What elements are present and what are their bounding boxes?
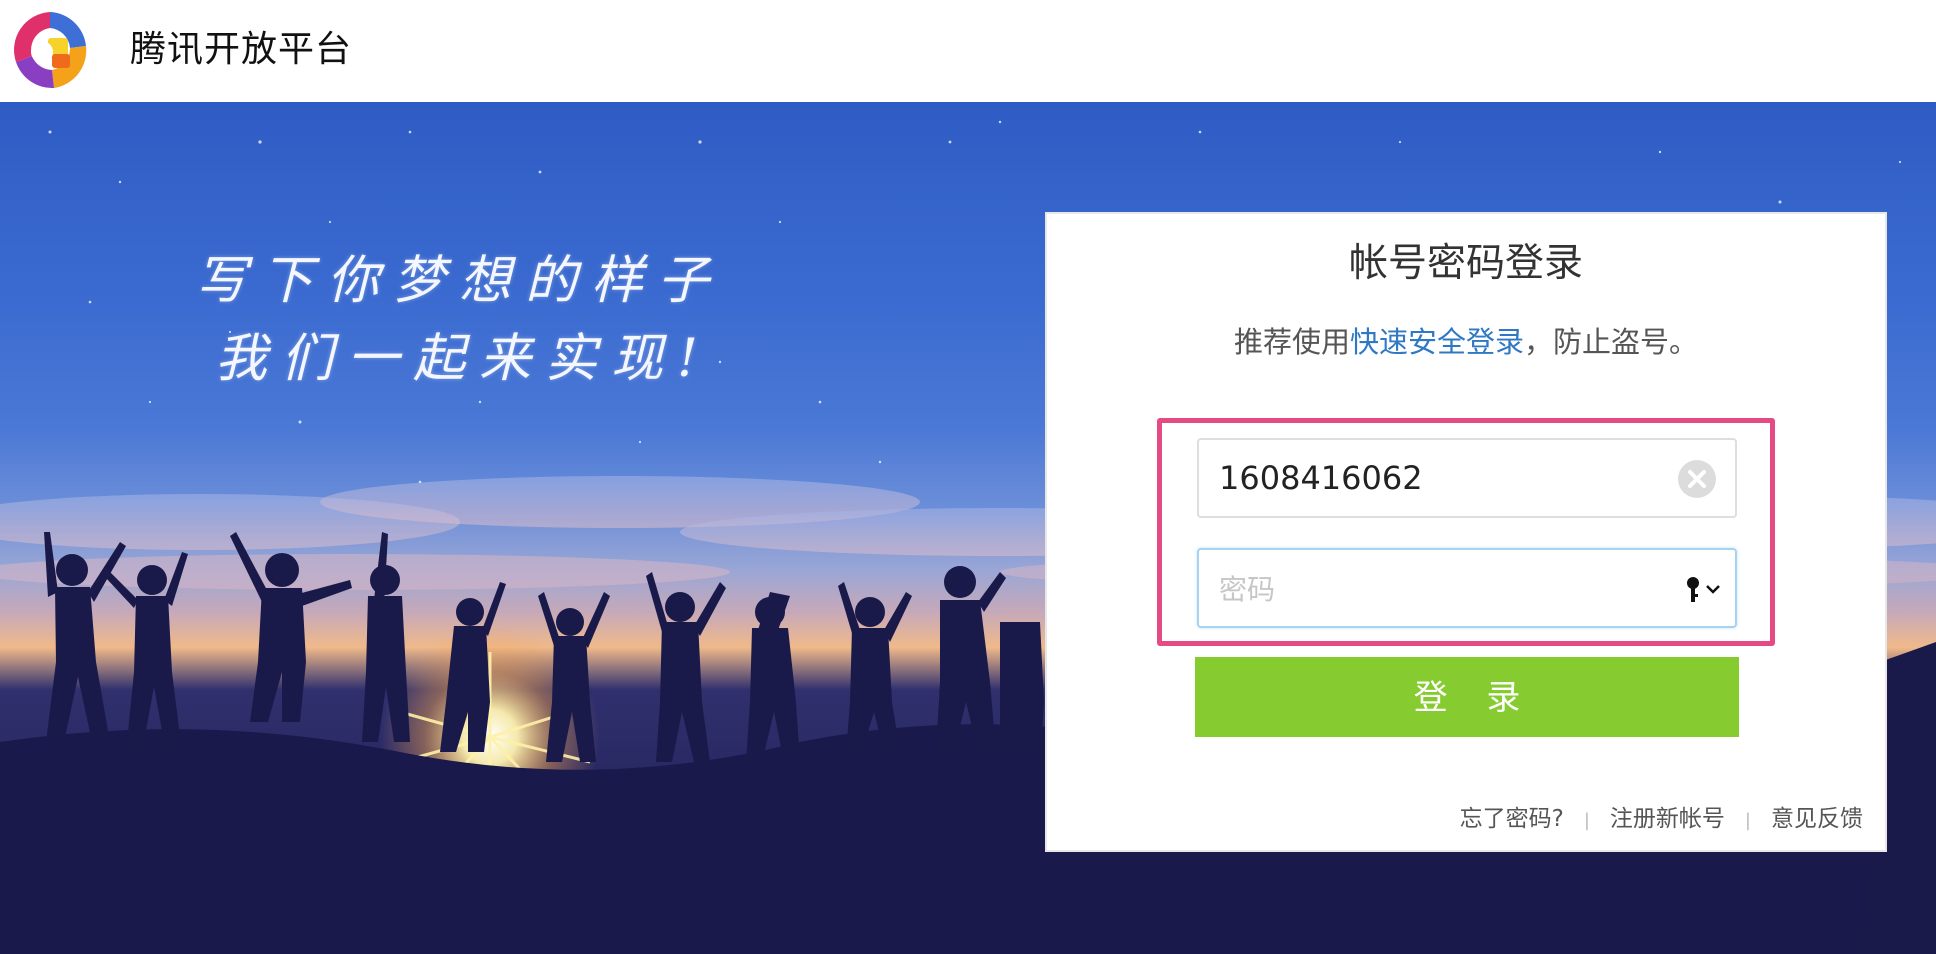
- feedback-link[interactable]: 意见反馈: [1771, 806, 1863, 832]
- top-header: 腾讯开放平台: [0, 0, 1936, 102]
- brand-title: 腾讯开放平台: [130, 29, 353, 70]
- slogan-line-1: 写下你梦想的样子: [195, 251, 724, 311]
- login-card: 帐号密码登录 推荐使用快速安全登录，防止盗号。 登 录 忘了密码? | 注册新帐号 |…: [1045, 212, 1887, 852]
- account-field[interactable]: [1197, 438, 1737, 518]
- link-separator: |: [1744, 810, 1751, 831]
- password-input[interactable]: [1219, 562, 1639, 614]
- hero-slogan: 写下你梦想的样子 我们一起来实现!: [195, 242, 723, 398]
- clear-icon[interactable]: [1677, 459, 1717, 499]
- login-tip: 推荐使用快速安全登录，防止盗号。: [1047, 320, 1885, 364]
- tencent-logo-icon[interactable]: [8, 8, 92, 92]
- login-button[interactable]: 登 录: [1195, 657, 1739, 737]
- footer-links: 忘了密码? | 注册新帐号 | 意见反馈: [1460, 802, 1863, 838]
- tip-suffix: ，防止盗号。: [1524, 325, 1699, 359]
- login-title: 帐号密码登录: [1348, 241, 1583, 286]
- forgot-password-link[interactable]: 忘了密码?: [1460, 806, 1564, 832]
- register-link[interactable]: 注册新帐号: [1610, 806, 1725, 832]
- slogan-line-2: 我们一起来实现!: [215, 329, 712, 389]
- quick-secure-login-link[interactable]: 快速安全登录: [1350, 325, 1524, 359]
- account-input[interactable]: [1219, 452, 1639, 504]
- link-separator: |: [1583, 810, 1590, 831]
- password-key-icon[interactable]: [1683, 574, 1723, 604]
- tip-prefix: 推荐使用: [1233, 325, 1350, 359]
- password-field[interactable]: [1197, 548, 1737, 628]
